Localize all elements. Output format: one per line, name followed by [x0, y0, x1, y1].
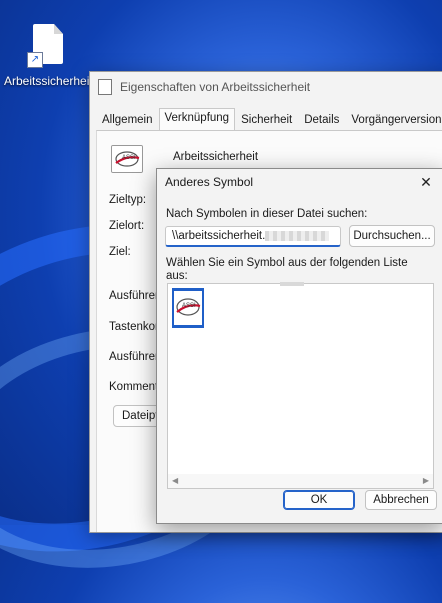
scroll-left-icon[interactable]: ◀ — [172, 476, 178, 485]
tab-verknuepfung[interactable]: Verknüpfung — [158, 108, 236, 130]
scroll-right-icon[interactable]: ▶ — [423, 476, 429, 485]
shortcut-file-name: Arbeitssicherheit — [173, 151, 259, 163]
shortcut-arrow-icon: ↗ — [27, 52, 43, 68]
tab-sicherheit[interactable]: Sicherheit — [235, 110, 298, 130]
icon-option-selected[interactable]: ASSI — [172, 288, 204, 328]
label-ziel: Ziel: — [109, 246, 131, 258]
page-fold — [54, 24, 63, 34]
search-file-label: Nach Symbolen in dieser Datei suchen: — [166, 208, 368, 220]
ok-button[interactable]: OK — [283, 490, 355, 510]
redacted-path — [265, 230, 330, 241]
close-icon[interactable]: ✕ — [415, 171, 437, 193]
icon-list[interactable]: ASSI ◀ ▶ — [167, 282, 434, 489]
tab-allgemein[interactable]: Allgemein — [96, 110, 159, 130]
label-tastenkombination: Tastenkor — [109, 321, 159, 333]
shortcut-logo-icon: ASSI — [111, 145, 143, 173]
document-icon — [98, 79, 112, 95]
browse-button[interactable]: Durchsuchen... — [349, 225, 435, 247]
tab-bar: Allgemein Verknüpfung Sicherheit Details… — [96, 108, 442, 130]
horizontal-scrollbar[interactable]: ◀ ▶ — [168, 474, 433, 488]
dialog-title: Anderes Symbol — [165, 175, 254, 189]
label-zielort: Zielort: — [109, 220, 145, 232]
label-ausfuehren: Ausführen — [109, 351, 162, 363]
tab-vorgaengerversionen[interactable]: Vorgängerversionen — [345, 110, 442, 130]
desktop-shortcut[interactable]: ↗ Arbeitssicherheit — [4, 24, 93, 88]
cancel-button[interactable]: Abbrechen — [365, 490, 437, 510]
logo-text: ASSI — [122, 155, 136, 161]
tab-details[interactable]: Details — [298, 110, 345, 130]
icon-file-path-input[interactable]: \\arbeitssicherheit. — [165, 226, 341, 247]
desktop-shortcut-label: Arbeitssicherheit — [4, 74, 93, 88]
icon-list-label: Wählen Sie ein Symbol aus der folgenden … — [166, 257, 408, 282]
properties-titlebar: Eigenschaften von Arbeitssicherheit — [90, 72, 442, 102]
path-value: \\arbeitssicherheit. — [172, 230, 266, 242]
dialog-body: Nach Symbolen in dieser Datei suchen: \\… — [157, 195, 442, 523]
scroll-indicator — [280, 282, 304, 286]
properties-title: Eigenschaften von Arbeitssicherheit — [120, 80, 311, 94]
assi-logo-icon: ASSI — [174, 291, 202, 325]
change-icon-dialog: Anderes Symbol ✕ Nach Symbolen in dieser… — [156, 168, 442, 524]
logo-text: ASSI — [182, 303, 196, 309]
label-zieltyp: Zieltyp: — [109, 194, 147, 206]
label-ausfuehren-in: Ausführen — [109, 290, 162, 302]
